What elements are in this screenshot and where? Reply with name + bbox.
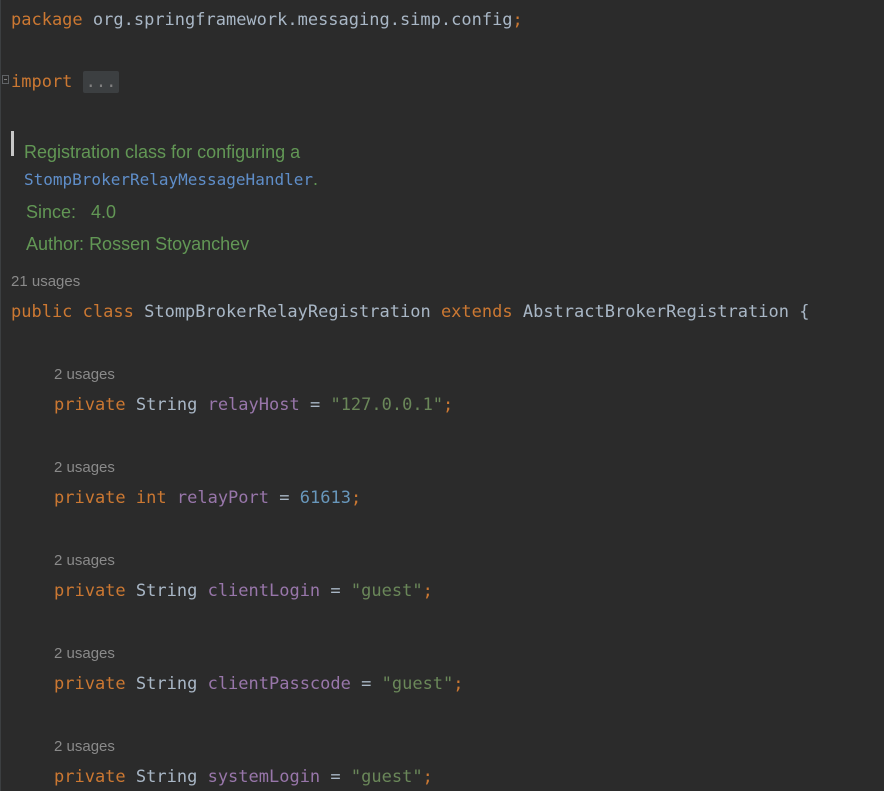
field-usages-hint[interactable]: 2 usages [54,458,115,478]
field-declaration: private String systemLogin = "guest"; [54,766,433,788]
field-type: int [135,488,167,508]
field-value: "guest" [381,674,454,694]
field-type: String [135,581,198,601]
field-value: "guest" [350,581,423,601]
doc-description: Registration class for configuring a [24,142,301,162]
field-modifier: private [54,488,126,508]
field-equals: = [330,581,341,601]
field-equals: = [279,488,290,508]
field-semicolon: ; [422,767,433,787]
package-declaration: package org.springframework.messaging.si… [11,9,523,31]
import-block: import ... [11,71,120,93]
field-usages-hint[interactable]: 2 usages [54,365,115,385]
field-declaration: private String clientLogin = "guest"; [54,580,433,602]
package-semicolon: ; [512,10,523,30]
field-value: "127.0.0.1" [330,395,444,415]
class-declaration: public class StompBrokerRelayRegistratio… [11,301,809,323]
field-equals: = [309,395,321,415]
open-brace: { [799,302,810,322]
field-modifier: private [54,395,126,415]
class-keyword: class [82,302,134,322]
field-declaration: private int relayPort = 61613; [54,487,361,509]
field-type: String [135,767,198,787]
field-name: relayHost [207,395,300,415]
field-value: 61613 [299,488,351,508]
field-name: clientLogin [207,581,321,601]
field-declaration: private String clientPasscode = "guest"; [54,673,464,695]
field-value: "guest" [350,767,423,787]
field-semicolon: ; [453,674,464,694]
field-semicolon: ; [422,581,433,601]
field-semicolon: ; [350,488,362,508]
field-semicolon: ; [443,395,454,415]
doc-link[interactable]: StompBrokerRelayMessageHandler [24,170,313,189]
extends-keyword: extends [440,302,513,322]
field-modifier: private [54,767,126,787]
doc-since-label: Since: [26,202,77,222]
collapsed-imports[interactable]: ... [82,71,120,93]
doc-since-value: 4.0 [91,202,117,222]
doc-author-value: Rossen Stoyanchev [89,234,250,254]
fold-toggle-icon[interactable] [2,75,9,84]
doc-author-label: Author: [26,234,85,254]
field-equals: = [361,674,372,694]
field-usages-hint[interactable]: 2 usages [54,644,115,664]
doc-comment-bar [11,131,14,156]
package-name: org.springframework.messaging.simp.confi… [92,10,513,30]
field-name: clientPasscode [207,674,351,694]
class-name: StompBrokerRelayRegistration [144,302,431,322]
public-keyword: public [11,302,73,322]
doc-since: Since: 4.0 [26,200,116,224]
doc-author: Author: Rossen Stoyanchev [26,232,249,256]
doc-link-line: StompBrokerRelayMessageHandler. [24,167,318,192]
parent-class-name: AbstractBrokerRegistration [522,302,789,322]
field-type: String [135,674,198,694]
doc-link-suffix: . [312,169,318,189]
code-editor[interactable]: package org.springframework.messaging.si… [0,0,884,791]
field-name: relayPort [176,488,269,508]
field-modifier: private [54,674,126,694]
field-declaration: private String relayHost = "127.0.0.1"; [54,394,453,416]
field-type: String [135,395,198,415]
field-name: systemLogin [207,767,321,787]
class-usages-hint[interactable]: 21 usages [11,272,80,292]
field-usages-hint[interactable]: 2 usages [54,737,115,757]
field-usages-hint[interactable]: 2 usages [54,551,115,571]
import-keyword: import [11,72,73,92]
package-keyword: package [11,10,83,30]
field-equals: = [330,767,341,787]
field-modifier: private [54,581,126,601]
